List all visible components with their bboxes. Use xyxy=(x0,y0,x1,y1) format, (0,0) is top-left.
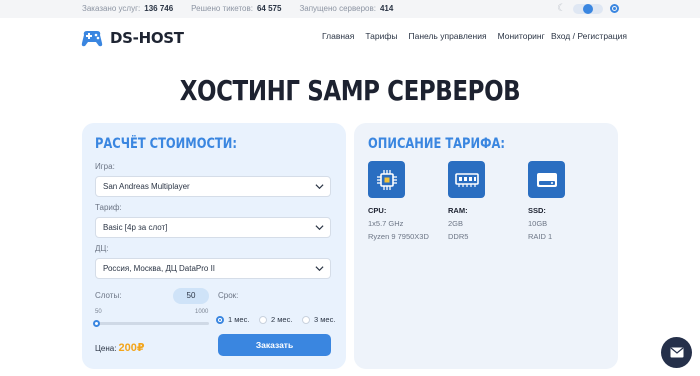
gamepad-icon xyxy=(81,31,103,47)
slots-slider-track[interactable] xyxy=(95,322,209,325)
theme-toggle[interactable] xyxy=(573,4,603,14)
stat-servers: Запущено серверов: 414 xyxy=(299,4,393,13)
price-value: 200₽ xyxy=(118,342,145,354)
ssd-icon xyxy=(528,161,565,198)
spec-line: RAID 1 xyxy=(528,232,553,241)
calculator-panel: РАСЧЁТ СТОИМОСТИ: Игра: San Andreas Mult… xyxy=(82,123,346,369)
slots-slider-handle[interactable] xyxy=(93,320,100,327)
spec-line: Ryzen 9 7950X3D xyxy=(368,232,429,241)
spec-cpu: CPU: 1x5.7 GHz Ryzen 9 7950X3D xyxy=(368,161,448,241)
radio-unchecked xyxy=(302,315,310,324)
stat-label: Решено тикетов: xyxy=(191,4,253,13)
logo[interactable]: DS-HOST xyxy=(80,27,184,49)
calculator-title: РАСЧЁТ СТОИМОСТИ: xyxy=(95,136,237,152)
term-option-label: 3 мес. xyxy=(314,315,336,324)
login-link[interactable]: Вход / Регистрация xyxy=(551,31,627,41)
moon-icon[interactable]: ☾ xyxy=(557,3,566,15)
sun-icon[interactable] xyxy=(610,4,619,13)
tariff-label: Тариф: xyxy=(95,203,122,212)
nav-item-tariffs[interactable]: Тарифы xyxy=(365,31,397,41)
nav-item-monitoring[interactable]: Мониторинг xyxy=(498,31,545,41)
page-title: ХОСТИНГ SAMP СЕРВЕРОВ xyxy=(179,74,521,107)
stat-tickets: Решено тикетов: 64 575 xyxy=(191,4,281,13)
spec-ram: RAM: 2GB DDR5 xyxy=(448,161,528,241)
main-nav: Главная Тарифы Панель управления Монитор… xyxy=(322,31,545,41)
stats-list: Заказано услуг: 136 746 Решено тикетов: 64… xyxy=(82,4,393,13)
logo-text: DS-HOST xyxy=(110,29,184,47)
spec-name: CPU: xyxy=(368,206,387,215)
tariff-select[interactable]: Basic [4р за слот] xyxy=(95,217,331,238)
dc-select-value: Россия, Москва, ДЦ DataPro II xyxy=(103,264,216,273)
dc-label: ДЦ: xyxy=(95,244,109,253)
chevron-down-icon xyxy=(315,266,324,272)
nav-item-panel[interactable]: Панель управления xyxy=(408,31,486,41)
stat-value: 414 xyxy=(379,4,394,13)
tariff-title: ОПИСАНИЕ ТАРИФА: xyxy=(368,136,505,152)
ram-icon xyxy=(448,161,485,198)
term-option-1[interactable]: 1 мес. xyxy=(216,315,249,324)
tariff-panel: ОПИСАНИЕ ТАРИФА: CPU: 1x5.7 GHz Ryzen 9 … xyxy=(354,123,618,369)
spec-line: DDR5 xyxy=(448,232,469,241)
stat-value: 64 575 xyxy=(256,4,282,13)
term-option-2[interactable]: 2 мес. xyxy=(259,315,292,324)
slots-label: Слоты: xyxy=(95,291,122,300)
spec-line: 1x5.7 GHz xyxy=(368,219,404,228)
cpu-icon xyxy=(368,161,405,198)
price: Цена: 200₽ xyxy=(95,341,144,354)
stat-label: Запущено серверов: xyxy=(299,4,376,13)
term-option-label: 2 мес. xyxy=(271,315,293,324)
price-label: Цена: xyxy=(95,344,117,353)
slots-min: 50 xyxy=(95,309,102,315)
spec-name: SSD: xyxy=(528,206,546,215)
tariff-select-value: Basic [4р за слот] xyxy=(103,223,168,232)
term-option-label: 1 мес. xyxy=(228,315,250,324)
game-select[interactable]: San Andreas Multiplayer xyxy=(95,176,331,197)
stat-value: 136 746 xyxy=(144,4,174,13)
dc-select[interactable]: Россия, Москва, ДЦ DataPro II xyxy=(95,258,331,279)
slots-max: 1000 xyxy=(195,309,209,315)
nav-item-home[interactable]: Главная xyxy=(322,31,354,41)
mail-icon xyxy=(670,347,683,358)
spec-line: 10GB xyxy=(528,219,548,228)
game-label: Игра: xyxy=(95,162,115,171)
spec-name: RAM: xyxy=(448,206,468,215)
term-option-3[interactable]: 3 мес. xyxy=(302,315,335,324)
game-select-value: San Andreas Multiplayer xyxy=(103,182,190,191)
chevron-down-icon xyxy=(315,225,324,231)
top-stats-bar: Заказано услуг: 136 746 Решено тикетов: 64… xyxy=(0,0,700,18)
term-label: Срок: xyxy=(218,291,239,300)
radio-unchecked xyxy=(259,315,267,324)
order-button[interactable]: Заказать xyxy=(218,334,331,356)
stat-orders: Заказано услуг: 136 746 xyxy=(82,4,173,13)
chevron-down-icon xyxy=(315,184,324,190)
chat-button[interactable] xyxy=(661,337,692,368)
radio-checked xyxy=(216,315,224,324)
slots-input[interactable]: 50 xyxy=(173,288,209,304)
stat-label: Заказано услуг: xyxy=(82,4,141,13)
spec-ssd: SSD: 10GB RAID 1 xyxy=(528,161,608,241)
toggle-knob xyxy=(583,4,593,14)
spec-line: 2GB xyxy=(448,219,464,228)
